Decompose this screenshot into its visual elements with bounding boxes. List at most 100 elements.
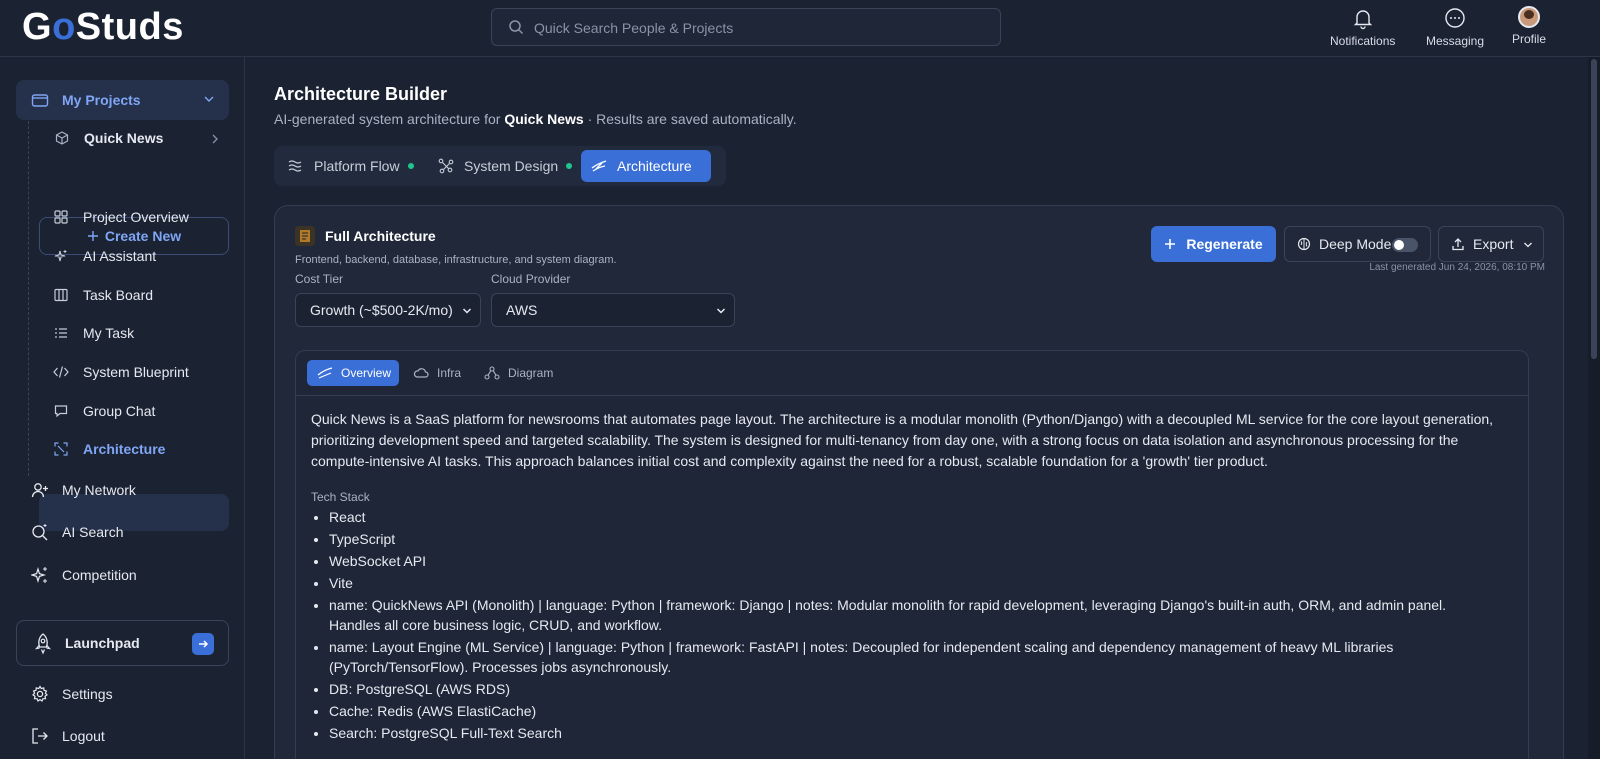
builder-tabs: Platform Flow System Design Architecture	[274, 146, 726, 186]
list-item: Search: PostgreSQL Full-Text Search	[329, 723, 1499, 743]
sidebar-item-ai-search[interactable]: AI Search	[30, 523, 123, 541]
status-dot	[566, 163, 573, 169]
bell-icon	[1351, 6, 1375, 30]
cost-tier-value: Growth (~$500-2K/mo)	[310, 302, 453, 318]
tab-platform-flow[interactable]: Platform Flow	[278, 150, 424, 182]
cloud-icon	[413, 366, 429, 380]
sidebar-item-label: AI Search	[62, 524, 124, 540]
search-icon	[508, 19, 524, 35]
create-new-label: Create New	[104, 228, 182, 244]
toggle-switch[interactable]	[1392, 238, 1418, 252]
regenerate-label: Regenerate	[1186, 236, 1263, 252]
sidebar-item-task-board[interactable]: Task Board	[51, 287, 153, 303]
columns-icon	[51, 288, 71, 302]
page-subtitle: AI-generated system architecture for Qui…	[274, 111, 797, 127]
arrow-right-icon	[192, 633, 214, 655]
tab-infra[interactable]: Infra	[403, 360, 471, 386]
messaging-button[interactable]: Messaging	[1426, 6, 1484, 48]
sidebar-item-architecture[interactable]: Architecture	[51, 441, 165, 457]
list-icon	[51, 326, 71, 340]
sidebar-item-project-overview[interactable]: Project Overview	[51, 209, 189, 225]
upload-icon	[1451, 237, 1465, 251]
nodes-icon	[438, 158, 454, 174]
list-item: name: Layout Engine (ML Service) | langu…	[329, 637, 1499, 677]
tab-label: Platform Flow	[314, 158, 400, 174]
sidebar-item-group-chat[interactable]: Group Chat	[51, 403, 155, 419]
deep-mode-label: Deep Mode	[1319, 236, 1392, 252]
top-bar: GoStuds Quick Search People & Projects N…	[0, 0, 1600, 57]
chat-icon	[1443, 6, 1467, 30]
status-dot	[407, 163, 414, 169]
sidebar-item-label: My Projects	[62, 92, 141, 108]
sidebar-item-settings[interactable]: Settings	[30, 685, 113, 703]
overview-icon	[317, 367, 333, 379]
last-generated-timestamp: Last generated Jun 24, 2026, 08:10 PM	[1369, 262, 1545, 273]
profile-button[interactable]: Profile	[1512, 6, 1546, 46]
plus-icon	[87, 230, 99, 242]
card-title: Full Architecture	[295, 226, 436, 246]
sparkles-icon	[30, 566, 50, 584]
sidebar-item-my-task[interactable]: My Task	[51, 325, 134, 341]
sidebar-item-label: Architecture	[83, 441, 166, 457]
search-placeholder: Quick Search People & Projects	[534, 20, 734, 36]
sidebar-item-label: Logout	[62, 728, 105, 744]
list-item: Vite	[329, 573, 1499, 593]
sidebar-item-label: Group Chat	[83, 403, 156, 419]
sidebar-item-label: Competition	[62, 567, 137, 583]
list-item: DB: PostgreSQL (AWS RDS)	[329, 679, 1499, 699]
tab-system-design[interactable]: System Design	[428, 150, 582, 182]
diagram-icon	[484, 366, 500, 380]
tab-overview[interactable]: Overview	[307, 360, 399, 386]
code-icon	[51, 365, 71, 379]
grid-icon	[51, 210, 71, 224]
tech-stack-label: Tech Stack	[311, 490, 370, 504]
logo[interactable]: GoStuds	[22, 6, 184, 49]
tab-architecture[interactable]: Architecture	[581, 150, 711, 182]
folder-icon	[30, 92, 50, 108]
sidebar-item-logout[interactable]: Logout	[30, 727, 105, 745]
tab-label: Diagram	[508, 366, 554, 380]
list-item: TypeScript	[329, 529, 1499, 549]
scrollbar-thumb[interactable]	[1591, 59, 1597, 359]
export-label: Export	[1473, 236, 1514, 252]
search-input[interactable]: Quick Search People & Projects	[491, 8, 1001, 46]
brain-icon	[1297, 237, 1311, 251]
cost-tier-select[interactable]: Growth (~$500-2K/mo)	[295, 293, 481, 327]
tab-label: Overview	[341, 366, 392, 380]
cloud-provider-value: AWS	[506, 302, 538, 318]
cloud-provider-label: Cloud Provider	[491, 272, 571, 286]
sidebar: My Projects Quick News Create New Projec…	[0, 57, 245, 759]
waves-icon	[288, 159, 304, 173]
sidebar-item-label: My Task	[83, 325, 135, 341]
page-scrollbar[interactable]	[1588, 57, 1600, 759]
blueprint-icon	[295, 226, 315, 246]
regenerate-button[interactable]: Regenerate	[1151, 226, 1276, 262]
sidebar-item-label: Task Board	[83, 287, 154, 303]
sidebar-item-my-projects[interactable]: My Projects	[16, 80, 229, 120]
architecture-icon	[591, 159, 607, 173]
export-button[interactable]: Export	[1438, 226, 1544, 262]
launchpad-button[interactable]: Launchpad	[16, 620, 229, 666]
list-item: name: QuickNews API (Monolith) | languag…	[329, 595, 1499, 635]
sidebar-item-system-blueprint[interactable]: System Blueprint	[51, 364, 189, 380]
avatar	[1518, 6, 1540, 28]
sidebar-item-label: AI Assistant	[83, 248, 157, 264]
sidebar-item-quick-news[interactable]: Quick News	[52, 130, 220, 146]
sidebar-item-competition[interactable]: Competition	[30, 566, 137, 584]
notifications-button[interactable]: Notifications	[1330, 6, 1395, 48]
chevron-down-icon	[1523, 241, 1533, 249]
deep-mode-toggle[interactable]: Deep Mode	[1284, 226, 1431, 262]
chat-bubble-icon	[51, 404, 71, 418]
profile-label: Profile	[1512, 32, 1547, 46]
cloud-provider-select[interactable]: AWS	[491, 293, 735, 327]
sidebar-item-my-network[interactable]: My Network	[30, 482, 136, 498]
launchpad-label: Launchpad	[65, 635, 140, 651]
sidebar-item-ai-assistant[interactable]: AI Assistant	[51, 248, 156, 264]
chevron-down-icon	[203, 93, 215, 105]
card-description: Frontend, backend, database, infrastruct…	[295, 254, 617, 266]
sidebar-item-label: Project Overview	[83, 209, 189, 225]
search-sparkle-icon	[30, 523, 50, 541]
chevron-down-icon	[716, 306, 726, 316]
sidebar-item-label: System Blueprint	[83, 364, 189, 380]
tab-diagram[interactable]: Diagram	[474, 360, 563, 386]
